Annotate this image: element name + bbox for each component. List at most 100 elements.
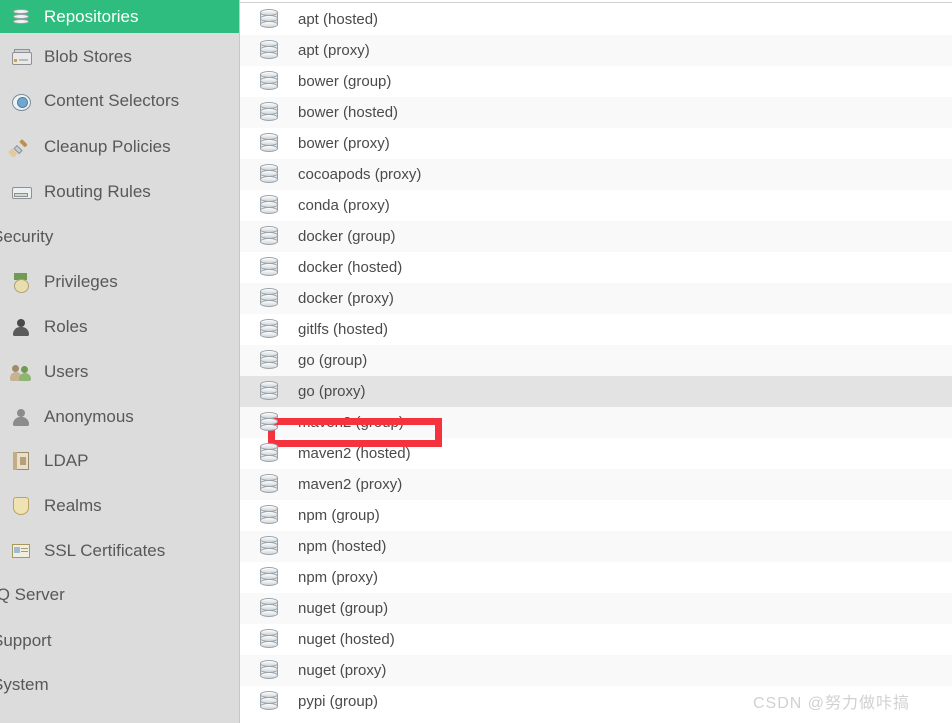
shield-icon — [10, 495, 32, 517]
recipe-row-icon-cell — [240, 226, 298, 247]
recipe-row-label: docker (group) — [298, 228, 396, 245]
sidebar-item-ldap[interactable]: LDAP — [0, 444, 239, 477]
sidebar-item-label: Support — [0, 630, 52, 650]
sidebar-item-support[interactable]: Support — [0, 624, 232, 657]
recipe-row-icon-cell — [240, 195, 298, 216]
database-icon — [259, 660, 279, 681]
sidebar-item-content-selectors[interactable]: Content Selectors — [0, 84, 239, 117]
sidebar-item-label: LDAP — [44, 450, 89, 470]
database-icon — [259, 381, 279, 402]
book-icon — [10, 450, 32, 472]
recipe-row[interactable]: maven2 (group) — [240, 407, 952, 438]
recipe-row[interactable]: bower (hosted) — [240, 97, 952, 128]
sidebar-item-label: Routing Rules — [44, 181, 151, 201]
sidebar-item-routing-rules[interactable]: Routing Rules — [0, 175, 239, 208]
recipe-row[interactable]: bower (proxy) — [240, 128, 952, 159]
recipe-row[interactable]: maven2 (proxy) — [240, 469, 952, 500]
database-icon — [259, 164, 279, 185]
sidebar-item-label: Users — [44, 361, 89, 381]
sidebar-item-repositories[interactable]: Repositories — [0, 0, 239, 33]
server-icon — [10, 46, 32, 68]
database-icon — [259, 629, 279, 650]
brush-icon — [7, 136, 32, 158]
database-icon — [259, 691, 279, 712]
recipe-row-icon-cell — [240, 40, 298, 61]
recipe-row-icon-cell — [240, 412, 298, 433]
recipe-row[interactable]: apt (hosted) — [240, 4, 952, 35]
database-icon — [259, 567, 279, 588]
sidebar-item-label: Realms — [44, 495, 102, 515]
recipe-row[interactable]: conda (proxy) — [240, 190, 952, 221]
sidebar-item-privileges[interactable]: Privileges — [0, 265, 239, 298]
recipe-row[interactable]: nuget (group) — [240, 593, 952, 624]
database-icon — [259, 9, 279, 30]
anonymous-person-icon — [10, 406, 32, 428]
users-icon — [10, 361, 32, 383]
recipe-row-label: conda (proxy) — [298, 197, 390, 214]
database-icon — [259, 288, 279, 309]
sidebar-item-roles[interactable]: Roles — [0, 310, 239, 343]
database-icon — [259, 598, 279, 619]
recipe-row[interactable]: docker (proxy) — [240, 283, 952, 314]
tray-icon — [10, 181, 32, 203]
database-icon — [259, 257, 279, 278]
sidebar-item-blob-stores[interactable]: Blob Stores — [0, 40, 239, 73]
recipe-row[interactable]: nuget (hosted) — [240, 624, 952, 655]
recipe-row-label: docker (hosted) — [298, 259, 403, 276]
sidebar-item-realms[interactable]: Realms — [0, 489, 239, 522]
nexus-repository-manager-window: Repositories Blob Stores Content Selectors… — [0, 0, 952, 723]
recipe-row-label: apt (proxy) — [298, 42, 370, 59]
recipe-row[interactable]: nuget (proxy) — [240, 655, 952, 686]
recipe-row-label: go (proxy) — [298, 383, 366, 400]
recipe-list: apt (hosted) apt (proxy) bower (group) bowe… — [240, 4, 952, 717]
sidebar-item-ssl-certificates[interactable]: SSL Certificates — [0, 534, 239, 567]
recipe-row[interactable]: docker (group) — [240, 221, 952, 252]
recipe-row-icon-cell — [240, 443, 298, 464]
recipe-row[interactable]: go (proxy) — [240, 376, 952, 407]
recipe-row-label: maven2 (proxy) — [298, 476, 403, 493]
recipe-row-icon-cell — [240, 319, 298, 340]
recipe-row[interactable]: docker (hosted) — [240, 252, 952, 283]
recipe-row-label: nuget (proxy) — [298, 662, 387, 679]
sidebar-item-iq-server[interactable]: IQ Server — [0, 578, 232, 611]
recipe-row-label: cocoapods (proxy) — [298, 166, 422, 183]
recipe-row[interactable]: npm (hosted) — [240, 531, 952, 562]
recipe-row[interactable]: bower (group) — [240, 66, 952, 97]
recipe-row[interactable]: npm (proxy) — [240, 562, 952, 593]
sidebar-item-label: System — [0, 674, 49, 694]
recipe-row-icon-cell — [240, 660, 298, 681]
sidebar-item-users[interactable]: Users — [0, 355, 239, 388]
database-icon — [259, 474, 279, 495]
recipe-row[interactable]: cocoapods (proxy) — [240, 159, 952, 190]
database-icon — [259, 102, 279, 123]
recipe-row-label: maven2 (group) — [298, 414, 404, 431]
recipe-row[interactable]: gitlfs (hosted) — [240, 314, 952, 345]
sidebar-item-label: Cleanup Policies — [44, 136, 171, 156]
database-icon — [259, 536, 279, 557]
recipe-row-icon-cell — [240, 505, 298, 526]
sidebar-item-system[interactable]: System — [0, 668, 232, 701]
sidebar-item-label: Security — [0, 226, 54, 246]
sidebar-item-label: Repositories — [44, 6, 139, 26]
sidebar-item-label: Roles — [44, 316, 88, 336]
recipe-row-label: npm (group) — [298, 507, 380, 524]
sidebar-item-label: Anonymous — [44, 406, 134, 426]
recipe-row[interactable]: apt (proxy) — [240, 35, 952, 66]
recipe-row[interactable]: go (group) — [240, 345, 952, 376]
recipe-row-label: npm (hosted) — [298, 538, 387, 555]
recipe-row-label: nuget (group) — [298, 600, 389, 617]
database-icon — [259, 350, 279, 371]
recipe-row-label: bower (group) — [298, 73, 392, 90]
recipe-row[interactable]: npm (group) — [240, 500, 952, 531]
recipe-row-icon-cell — [240, 71, 298, 92]
recipe-row[interactable]: maven2 (hosted) — [240, 438, 952, 469]
sidebar-item-anonymous[interactable]: Anonymous — [0, 400, 239, 433]
database-icon — [259, 412, 279, 433]
recipe-row-label: bower (hosted) — [298, 104, 399, 121]
disc-icon — [10, 90, 32, 112]
database-icon — [259, 443, 279, 464]
recipe-row-label: go (group) — [298, 352, 368, 369]
sidebar-item-cleanup-policies[interactable]: Cleanup Policies — [0, 130, 239, 163]
sidebar-item-security[interactable]: Security — [0, 220, 232, 253]
recipe-row-icon-cell — [240, 474, 298, 495]
